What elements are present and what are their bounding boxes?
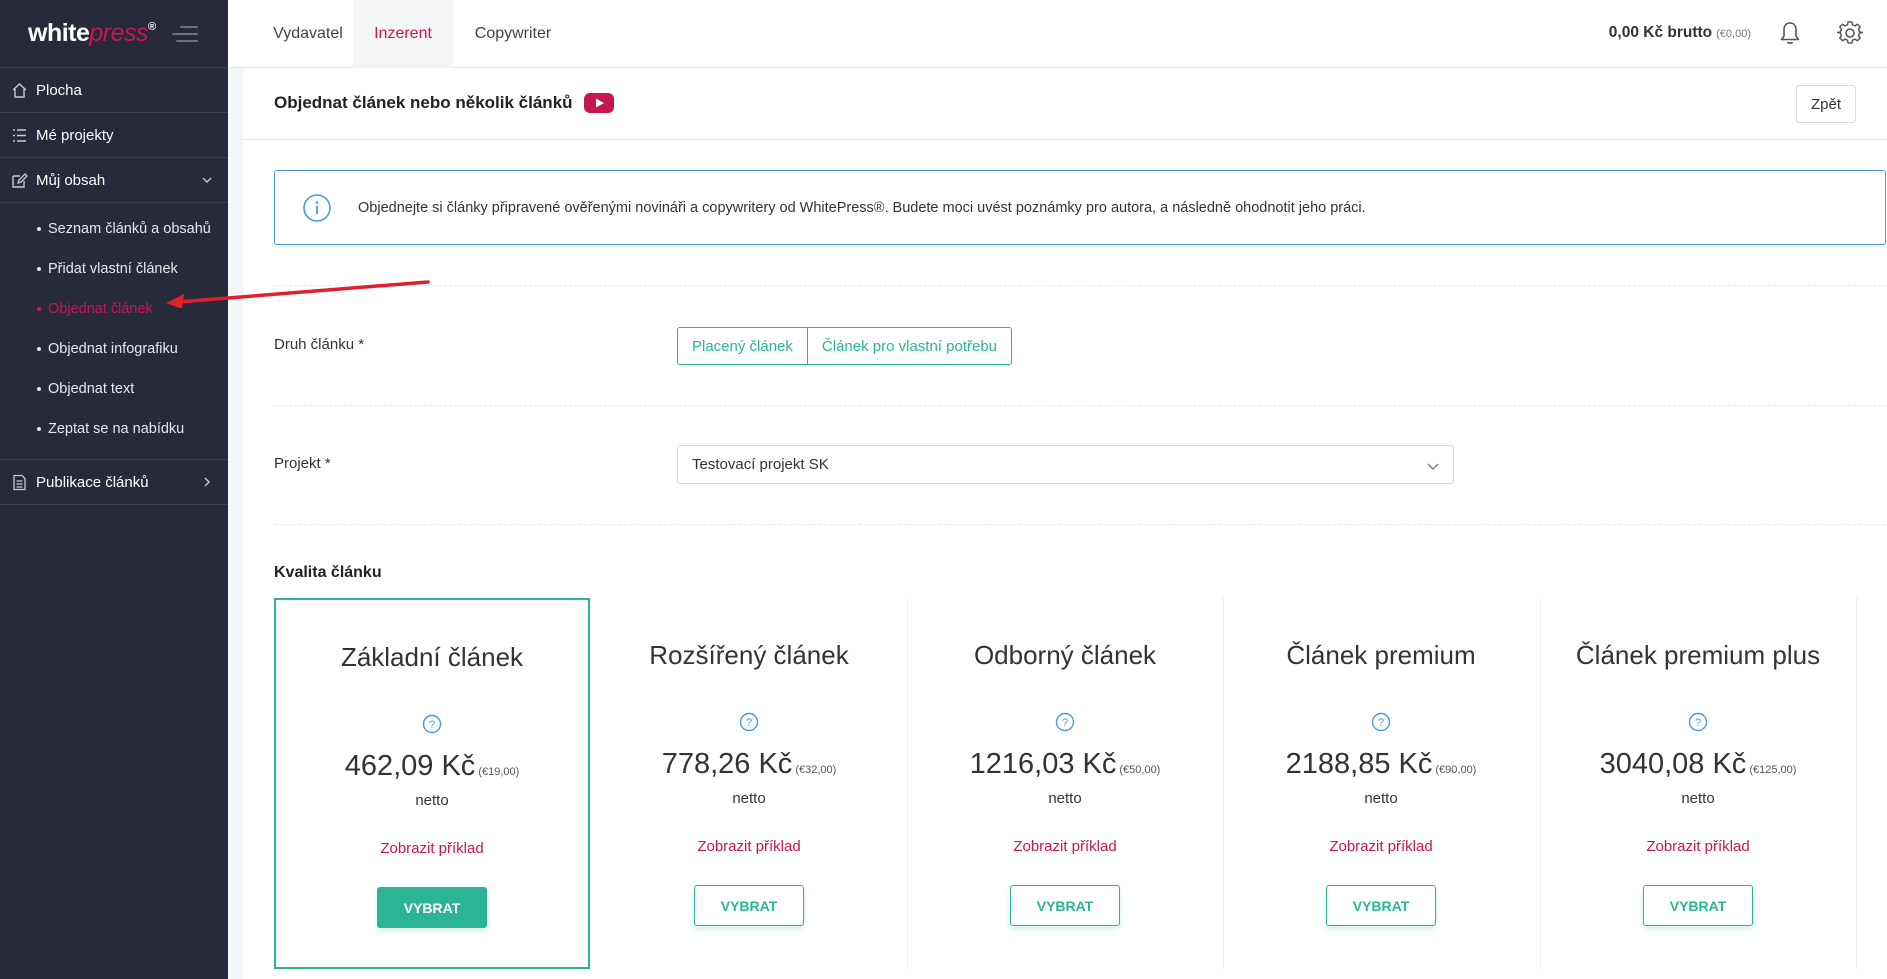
sidebar-item-label: Plocha	[36, 81, 82, 99]
tab-inzerent[interactable]: Inzerent	[353, 0, 453, 68]
show-example-link[interactable]: Zobrazit příklad	[276, 840, 588, 857]
content-submenu: Seznam článků a obsahů Přidat vlastní čl…	[0, 203, 228, 460]
sidebar-item-plocha[interactable]: Plocha	[0, 68, 228, 113]
select-button[interactable]: VYBRAT	[1643, 885, 1753, 926]
annotation-arrow	[166, 280, 430, 308]
info-text: Objednejte si články připravené ověřeným…	[358, 199, 1366, 216]
divider	[274, 524, 1886, 525]
select-button[interactable]: VYBRAT	[377, 887, 487, 928]
sidebar-item-label: Můj obsah	[36, 171, 106, 189]
card-price: 778,26 Kč (€32,00)	[661, 748, 837, 780]
card-price: 1216,03 Kč (€50,00)	[969, 748, 1161, 780]
help-icon[interactable]: ?	[739, 712, 759, 732]
article-type-label: Druh článku *	[274, 336, 365, 353]
page-title: Objednat článek nebo několik článků	[274, 93, 573, 112]
sidebar-item-label: Mé projekty	[36, 126, 114, 144]
menu-toggle-icon[interactable]	[172, 26, 198, 42]
document-icon	[10, 473, 28, 491]
main-content: Objednat článek nebo několik článků Zpět…	[243, 68, 1887, 979]
select-button[interactable]: VYBRAT	[694, 885, 804, 926]
chevron-down-icon	[202, 177, 212, 183]
help-icon[interactable]: ?	[1055, 712, 1075, 732]
card-title: Odborný článek	[973, 640, 1157, 670]
submenu-item-list[interactable]: Seznam článků a obsahů	[0, 209, 228, 249]
article-type-toggle: Placený článek Článek pro vlastní potřeb…	[677, 327, 1013, 365]
show-example-link[interactable]: Zobrazit příklad	[1540, 838, 1856, 855]
card-title: Rozšířený článek	[649, 640, 849, 670]
sidebar: whitepress® Plocha Mé projekty Můj obsah…	[0, 0, 228, 979]
divider	[274, 285, 1886, 286]
page-header: Objednat článek nebo několik článků Zpět	[243, 68, 1887, 140]
sidebar-item-publications[interactable]: Publikace článků	[0, 460, 228, 505]
article-type-paid-option[interactable]: Placený článek	[678, 328, 807, 364]
topbar: Vydavatel Inzerent Copywriter 0,00 Kč br…	[228, 0, 1887, 68]
bell-icon[interactable]	[1778, 20, 1802, 46]
logo-bar: whitepress®	[0, 0, 228, 68]
select-button[interactable]: VYBRAT	[1326, 885, 1436, 926]
card-netto: netto	[1048, 790, 1082, 807]
edit-icon	[10, 171, 28, 189]
back-button[interactable]: Zpět	[1796, 85, 1856, 123]
project-label: Projekt *	[274, 455, 331, 472]
card-price: 462,09 Kč (€19,00)	[344, 750, 520, 782]
show-example-link[interactable]: Zobrazit příklad	[907, 838, 1223, 855]
project-select[interactable]: Testovací projekt SK	[677, 445, 1454, 484]
svg-text:?: ?	[429, 719, 435, 731]
svg-text:?: ?	[1695, 717, 1701, 729]
card-netto: netto	[1364, 790, 1398, 807]
card-title: Článek premium	[1286, 640, 1476, 670]
card-netto: netto	[732, 790, 766, 807]
sidebar-item-content[interactable]: Můj obsah	[0, 158, 228, 203]
chevron-down-icon	[1427, 463, 1439, 470]
info-icon	[303, 193, 331, 222]
svg-text:?: ?	[1062, 717, 1068, 729]
quality-card-extended[interactable]: Rozšířený článek ? 778,26 Kč (€32,00) net…	[591, 598, 907, 969]
card-price: 3040,08 Kč (€125,00)	[1599, 748, 1797, 780]
help-icon[interactable]: ?	[422, 714, 442, 734]
info-box: Objednejte si články připravené ověřeným…	[274, 170, 1886, 245]
show-example-link[interactable]: Zobrazit příklad	[591, 838, 907, 855]
logo[interactable]: whitepress®	[28, 19, 156, 48]
tab-vydavatel[interactable]: Vydavatel	[252, 0, 364, 68]
card-netto: netto	[415, 792, 449, 809]
divider	[274, 405, 1886, 406]
quality-cards: Základní článek ? 462,09 Kč (€19,00) nett…	[274, 598, 1886, 979]
gear-icon[interactable]	[1837, 20, 1863, 46]
show-example-link[interactable]: Zobrazit příklad	[1223, 838, 1539, 855]
quality-card-premium[interactable]: Článek premium ? 2188,85 Kč (€90,00) nett…	[1223, 598, 1539, 969]
sidebar-item-label: Publikace článků	[36, 473, 149, 491]
select-button[interactable]: VYBRAT	[1010, 885, 1120, 926]
card-title: Základní článek	[340, 642, 524, 672]
project-select-value: Testovací projekt SK	[692, 456, 829, 473]
svg-text:?: ?	[746, 717, 752, 729]
submenu-item-order-infographic[interactable]: Objednat infografiku	[0, 329, 228, 369]
quality-card-expert[interactable]: Odborný článek ? 1216,03 Kč (€50,00) nett…	[907, 598, 1223, 969]
youtube-icon[interactable]	[584, 92, 614, 114]
quality-title: Kvalita článku	[274, 564, 382, 581]
submenu-item-ask-offer[interactable]: Zeptat se na nabídku	[0, 409, 228, 449]
card-title: Článek premium plus	[1575, 640, 1821, 670]
quality-card-basic[interactable]: Základní článek ? 462,09 Kč (€19,00) nett…	[274, 598, 590, 969]
sidebar-item-projects[interactable]: Mé projekty	[0, 113, 228, 158]
help-icon[interactable]: ?	[1371, 712, 1391, 732]
help-icon[interactable]: ?	[1688, 712, 1708, 732]
tab-copywriter[interactable]: Copywriter	[453, 0, 573, 68]
submenu-item-order-text[interactable]: Objednat text	[0, 369, 228, 409]
article-type-own-option[interactable]: Článek pro vlastní potřebu	[806, 328, 1012, 364]
quality-card-premium-plus[interactable]: Článek premium plus ? 3040,08 Kč (€125,00…	[1540, 598, 1856, 969]
chevron-right-icon	[204, 477, 210, 487]
card-price: 2188,85 Kč (€90,00)	[1285, 748, 1477, 780]
balance[interactable]: 0,00 Kč brutto (€0,00)	[1609, 24, 1751, 42]
home-icon	[10, 81, 28, 99]
card-netto: netto	[1681, 790, 1715, 807]
svg-text:?: ?	[1378, 717, 1384, 729]
list-icon	[10, 126, 28, 144]
